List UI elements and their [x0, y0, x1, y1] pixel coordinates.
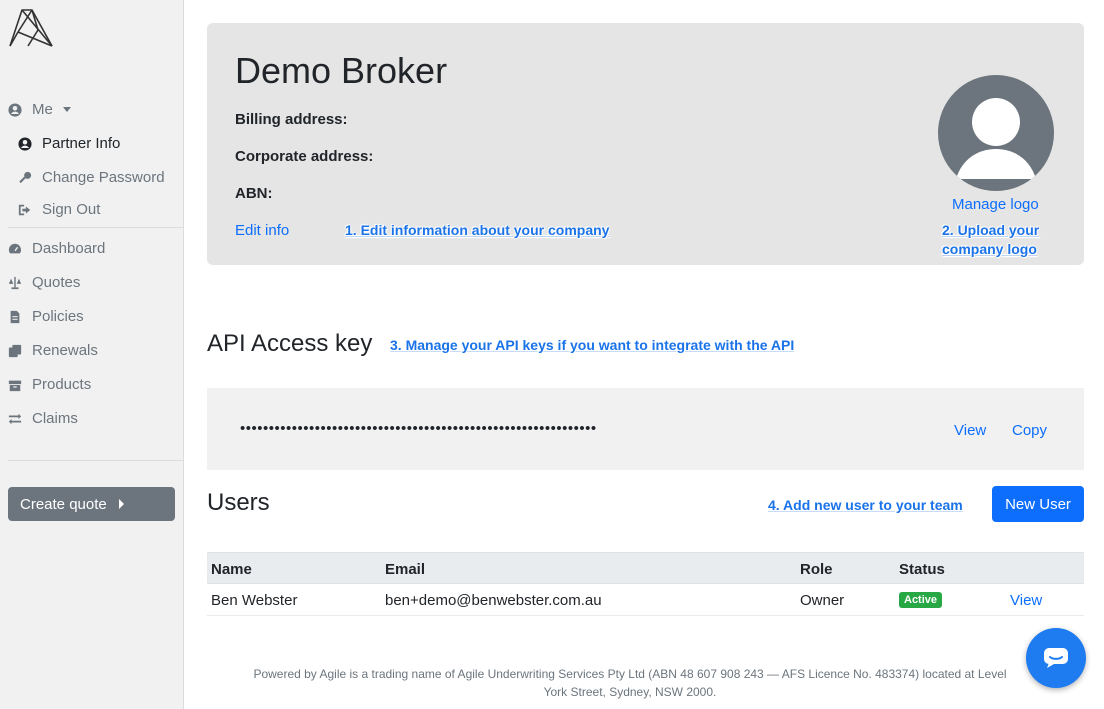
sidebar-item-quotes[interactable]: Quotes	[8, 274, 80, 291]
company-logo-avatar[interactable]	[938, 75, 1054, 191]
sidebar-item-policies[interactable]: Policies	[8, 308, 84, 325]
api-access-key-title: API Access key	[207, 330, 373, 357]
key-icon	[18, 171, 32, 185]
chat-icon	[1044, 648, 1068, 668]
sidebar-divider	[8, 227, 183, 228]
sign-out-icon	[18, 203, 32, 217]
table-row: Ben Webster ben+demo@benwebster.com.au O…	[207, 584, 1084, 616]
company-name: Demo Broker	[235, 50, 448, 91]
sidebar-item-dashboard[interactable]: Dashboard	[8, 240, 105, 257]
user-circle-icon	[8, 102, 22, 117]
api-key-copy-link[interactable]: Copy	[1012, 422, 1047, 439]
boxes-icon	[8, 378, 22, 392]
footer-line: York Street, Sydney, NSW 2000.	[543, 685, 717, 699]
tachometer-icon	[8, 242, 22, 256]
sidebar-item-label: Sign Out	[42, 201, 101, 218]
caret-right-icon	[118, 499, 124, 509]
sidebar-item-partner-info[interactable]: Partner Info	[18, 135, 120, 152]
user-status-cell: Active	[899, 584, 943, 616]
me-label: Me	[32, 101, 53, 118]
exchange-icon	[8, 412, 22, 426]
sidebar-item-label: Products	[32, 376, 92, 393]
balance-scale-icon	[8, 276, 22, 290]
annotation-edit-info: 1. Edit information about your company	[345, 222, 610, 238]
user-name: Ben Webster	[211, 591, 298, 609]
sidebar-item-claims[interactable]: Claims	[8, 410, 78, 427]
annotation-new-user: 4. Add new user to your team	[768, 497, 963, 513]
sidebar-item-products[interactable]: Products	[8, 376, 91, 393]
column-header-status: Status	[899, 560, 945, 578]
annotation-api-keys: 3. Manage your API keys if you want to i…	[390, 337, 795, 353]
clone-icon	[8, 344, 22, 358]
sidebar-item-label: Partner Info	[42, 135, 121, 152]
manage-logo-link[interactable]: Manage logo	[952, 196, 1039, 213]
edit-info-link[interactable]: Edit info	[235, 222, 289, 239]
sidebar-item-change-password[interactable]: Change Password	[18, 169, 165, 186]
column-header-role: Role	[800, 560, 833, 578]
api-key-masked: ••••••••••••••••••••••••••••••••••••••••…	[240, 420, 597, 437]
api-key-view-link[interactable]: View	[954, 422, 986, 439]
user-role: Owner	[800, 591, 845, 609]
user-view-link[interactable]: View	[1010, 584, 1042, 616]
annotation-line: 2. Upload your	[942, 222, 1040, 238]
corporate-address-label: Corporate address:	[235, 148, 374, 165]
agile-logo-icon[interactable]	[8, 8, 54, 48]
users-table: Name Email Role Status Ben Webster ben+d…	[207, 552, 1084, 616]
sidebar-item-label: Renewals	[32, 342, 98, 359]
user-email: ben+demo@benwebster.com.au	[385, 591, 602, 609]
create-quote-label: Create quote	[20, 495, 107, 513]
sidebar-item-label: Quotes	[32, 274, 81, 291]
sidebar-divider	[8, 460, 183, 461]
footer-line: Powered by Agile is a trading name of Ag…	[253, 667, 1007, 681]
file-icon	[8, 310, 22, 324]
me-dropdown[interactable]: Me	[8, 101, 71, 118]
sidebar-item-renewals[interactable]: Renewals	[8, 342, 98, 359]
annotation-upload-logo: 2. Upload your company logo	[942, 221, 1039, 259]
billing-address-label: Billing address:	[235, 111, 348, 128]
create-quote-button[interactable]: Create quote	[8, 487, 175, 521]
sidebar: Me Partner Info Change Password Sign Out…	[0, 0, 184, 709]
sidebar-item-sign-out[interactable]: Sign Out	[18, 201, 100, 218]
sidebar-item-label: Claims	[32, 410, 78, 427]
column-header-email: Email	[385, 560, 426, 578]
footer: Powered by Agile is a trading name of Ag…	[200, 665, 1060, 701]
abn-label: ABN:	[235, 185, 273, 202]
new-user-button[interactable]: New User	[992, 486, 1084, 522]
column-header-name: Name	[211, 560, 252, 578]
caret-down-icon	[62, 107, 71, 112]
users-title: Users	[207, 489, 270, 516]
sidebar-item-label: Dashboard	[32, 240, 106, 257]
sidebar-item-label: Policies	[32, 308, 84, 325]
user-avatar-icon	[956, 98, 1036, 179]
sidebar-item-label: Change Password	[42, 169, 165, 186]
annotation-line: company logo	[942, 241, 1037, 257]
table-header: Name Email Role Status	[207, 552, 1084, 584]
user-circle-icon	[18, 136, 32, 151]
chat-widget-button[interactable]	[1026, 628, 1086, 688]
status-badge: Active	[899, 592, 943, 608]
